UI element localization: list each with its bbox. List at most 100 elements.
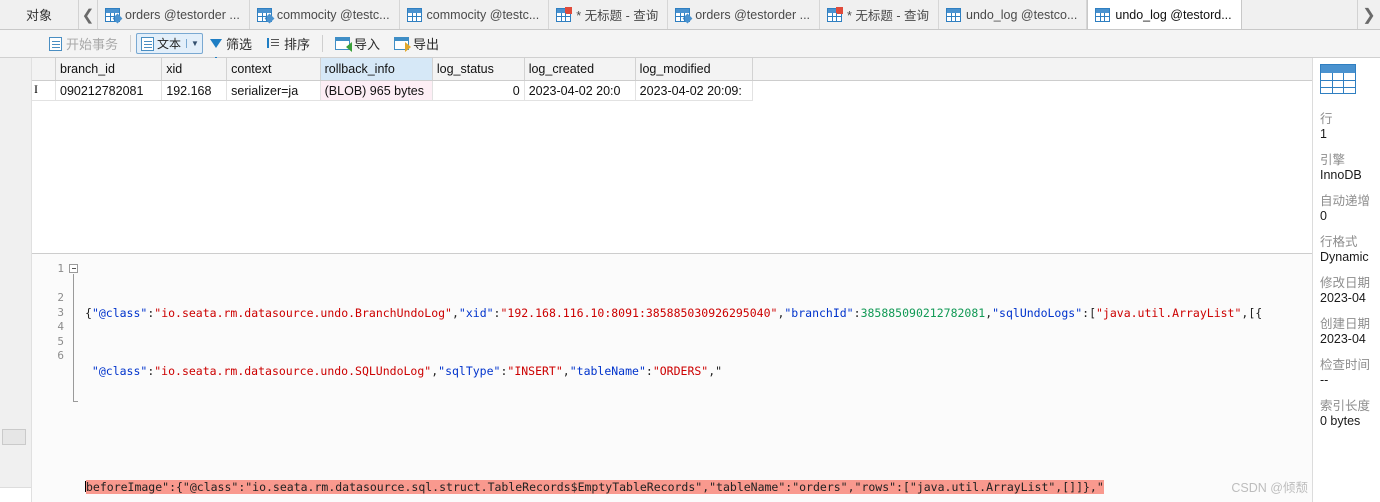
filter-button[interactable]: 筛选 xyxy=(203,32,259,61)
tab-label: undo_log @testord... xyxy=(1115,7,1232,22)
tab-untitled-query-2[interactable]: * 无标题 - 查询 xyxy=(820,0,939,29)
column-header-rollback-info[interactable]: rollback_info xyxy=(320,58,433,81)
column-header-log-modified[interactable]: log_modified xyxy=(635,58,754,81)
tab-label: orders @testorder ... xyxy=(695,7,811,22)
info-label: 创建日期 xyxy=(1320,317,1371,331)
column-header-log-status[interactable]: log_status xyxy=(432,58,525,81)
info-field-row-format: 行格式 Dynamic xyxy=(1320,235,1380,265)
sort-button[interactable]: 排序 xyxy=(259,32,317,55)
tab-label: * 无标题 - 查询 xyxy=(847,9,929,23)
table-info-sidebar: 行 1 引擎 InnoDB 自动递增 0 行格式 Dynamic 修改日期 20… xyxy=(1312,58,1380,502)
cell-log-modified[interactable]: 2023-04-02 20:09: xyxy=(635,80,754,101)
editor-fold-column xyxy=(67,254,83,502)
sort-icon xyxy=(266,37,280,51)
export-icon xyxy=(394,37,411,52)
result-table: branch_id xid context rollback_info log_… xyxy=(32,58,1312,101)
begin-transaction-button[interactable]: 开始事务 xyxy=(42,32,125,55)
result-grid[interactable]: branch_id xid context rollback_info log_… xyxy=(32,58,1312,254)
tab-commocity-testc-2[interactable]: commocity @testc... xyxy=(399,0,550,29)
column-header-branch-id[interactable]: branch_id xyxy=(55,58,163,81)
toolbar: 开始事务 文本 ▼ 筛选 排序 导入 导出 xyxy=(0,30,1380,61)
chevron-left-icon[interactable]: ❮ xyxy=(79,0,98,29)
bottom-left-strip xyxy=(0,487,31,502)
blob-text-editor[interactable]: 1 2 3 4 5 6 {"@class":"io.seata.rm.datas… xyxy=(32,254,1312,502)
info-value: 1 xyxy=(1320,127,1327,141)
toolbar-divider xyxy=(130,35,132,52)
tab-untitled-query-1[interactable]: * 无标题 - 查询 xyxy=(549,0,669,29)
chevron-right-icon[interactable]: ❯ xyxy=(1357,0,1380,29)
query-table-icon xyxy=(105,7,123,23)
export-button[interactable]: 导出 xyxy=(387,32,446,55)
cell-branch-id[interactable]: 090212782081 xyxy=(55,80,163,101)
tab-undo-log-testco[interactable]: undo_log @testco... xyxy=(939,0,1088,29)
collapse-box-icon[interactable] xyxy=(69,264,78,273)
info-field-engine: 引擎 InnoDB xyxy=(1320,153,1380,183)
tab-commocity-testc-1[interactable]: commocity @testc... xyxy=(249,0,400,29)
info-field-rows: 行 1 xyxy=(1320,112,1380,142)
query-table-icon xyxy=(256,7,275,23)
info-value: 2023-04 xyxy=(1320,291,1366,305)
info-field-index-length: 索引长度 0 bytes xyxy=(1320,399,1380,429)
text-mode-button[interactable]: 文本 ▼ xyxy=(136,33,203,54)
chevron-down-icon[interactable]: ▼ xyxy=(186,39,199,48)
begin-transaction-label: 开始事务 xyxy=(66,37,119,52)
cell-rollback-info[interactable]: (BLOB) 965 bytes xyxy=(320,80,433,101)
cell-filler xyxy=(753,81,1312,101)
column-header-context[interactable]: context xyxy=(226,58,321,81)
tab-bar: 对象 ❮ orders @testorder ... commocity @te… xyxy=(0,0,1380,30)
sort-label: 排序 xyxy=(283,37,310,52)
tab-objects-label: 对象 xyxy=(25,8,52,23)
filter-label: 筛选 xyxy=(225,37,252,52)
info-field-created-date: 创建日期 2023-04 xyxy=(1320,317,1380,347)
code-line-1: {"@class":"io.seata.rm.datasource.undo.B… xyxy=(85,305,1263,320)
row-handle-cell[interactable]: I xyxy=(32,80,56,101)
line-number-spacer xyxy=(32,277,64,292)
database-client-window: 对象 ❮ orders @testorder ... commocity @te… xyxy=(0,0,1380,502)
export-label: 导出 xyxy=(413,37,440,52)
info-label: 索引长度 xyxy=(1320,399,1371,413)
cell-context[interactable]: serializer=ja xyxy=(226,80,321,101)
tab-orders-testorder-2[interactable]: orders @testorder ... xyxy=(668,0,821,29)
grid-table-icon xyxy=(406,7,422,22)
table-row[interactable]: I 090212782081 192.168 serializer=ja (BL… xyxy=(32,80,1312,101)
cell-log-status[interactable]: 0 xyxy=(432,80,525,101)
tab-label: commocity @testc... xyxy=(426,7,540,22)
cell-log-created[interactable]: 2023-04-02 20:0 xyxy=(524,80,636,101)
toolbar-divider xyxy=(321,35,323,52)
column-header-log-created[interactable]: log_created xyxy=(524,58,636,81)
code-line-3: beforeImage":{"@class":"io.seata.rm.data… xyxy=(85,479,1312,495)
tab-orders-testorder-1[interactable]: orders @testorder ... xyxy=(98,0,250,29)
import-label: 导入 xyxy=(353,37,380,52)
editor-code[interactable]: {"@class":"io.seata.rm.datasource.undo.B… xyxy=(83,254,1312,502)
funnel-icon xyxy=(209,39,222,61)
grid-table-icon xyxy=(1095,7,1111,22)
table-header-row: branch_id xid context rollback_info log_… xyxy=(32,58,1312,81)
editor-line-numbers: 1 2 3 4 5 6 xyxy=(32,254,67,502)
fold-range-line xyxy=(73,274,78,402)
text-document-icon xyxy=(141,36,155,51)
line-number: 6 xyxy=(57,349,64,362)
import-button[interactable]: 导入 xyxy=(328,32,387,55)
content-column: branch_id xid context rollback_info log_… xyxy=(0,58,1312,502)
column-header-xid[interactable]: xid xyxy=(161,58,228,81)
column-header-filler xyxy=(752,58,1312,81)
info-label: 修改日期 xyxy=(1320,276,1371,290)
tab-undo-log-testord-active[interactable]: undo_log @testord... xyxy=(1087,0,1242,29)
cell-xid[interactable]: 192.168 xyxy=(161,80,228,101)
tab-objects[interactable]: 对象 xyxy=(0,0,79,29)
line-number: 2 xyxy=(57,291,64,304)
info-value: InnoDB xyxy=(1320,168,1362,182)
info-value: 2023-04 xyxy=(1320,332,1366,346)
info-label: 行 xyxy=(1320,112,1333,126)
code-line-3-text: beforeImage":{"@class":"io.seata.rm.data… xyxy=(86,479,1104,494)
tab-label: orders @testorder ... xyxy=(125,7,240,22)
text-mode-label: 文本 xyxy=(157,37,182,51)
text-caret-icon: I xyxy=(34,82,38,96)
panel-resize-handle[interactable] xyxy=(2,429,26,445)
info-field-auto-increment: 自动递增 0 xyxy=(1320,194,1380,224)
line-number: 5 xyxy=(57,334,64,348)
transaction-icon xyxy=(49,36,62,51)
code-line-1-cont: "@class":"io.seata.rm.datasource.undo.SQ… xyxy=(85,363,723,378)
tab-label: undo_log @testco... xyxy=(966,7,1078,22)
